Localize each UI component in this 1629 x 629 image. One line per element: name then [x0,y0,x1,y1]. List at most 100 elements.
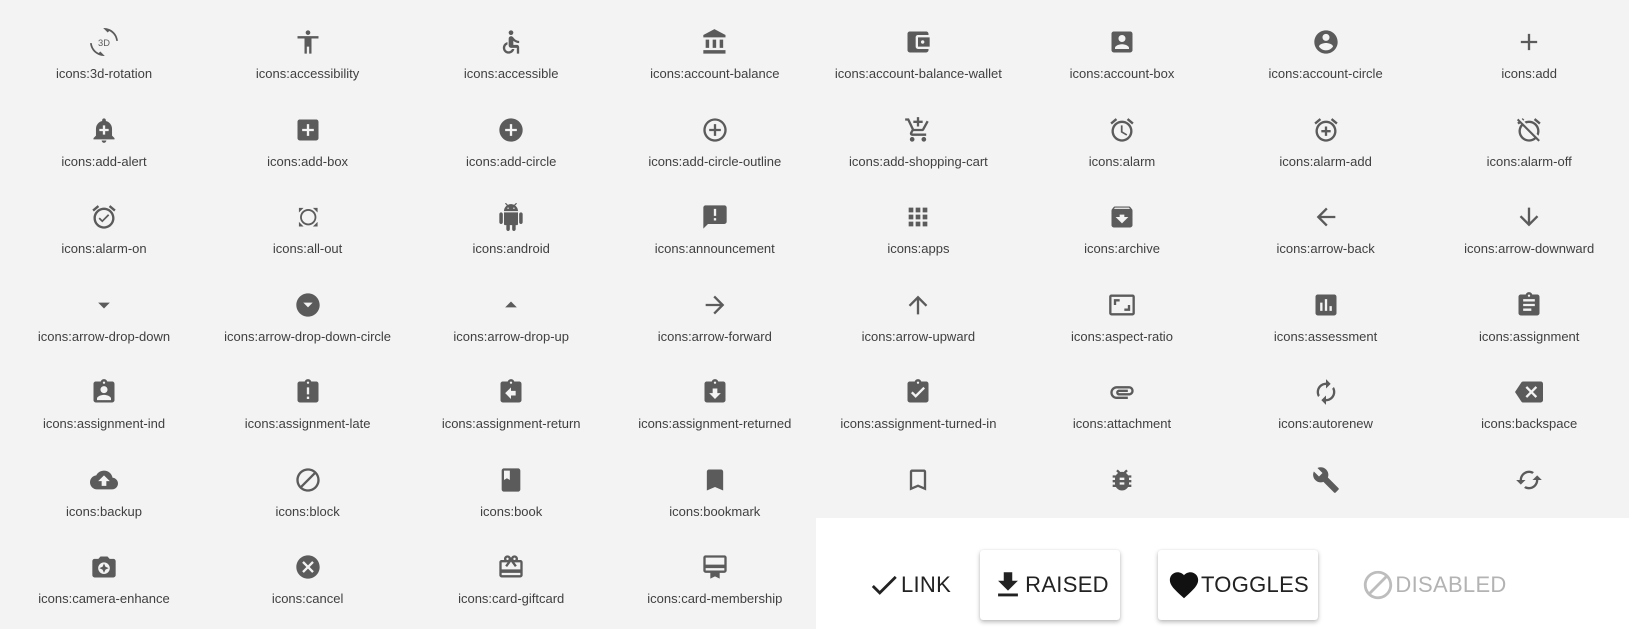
icon-label: icons:camera-enhance [38,591,170,606]
raised-button-label: RAISED [1025,572,1109,597]
add-icon [1515,28,1543,56]
icon-label: icons:arrow-drop-down [37,328,171,344]
icon-label: icons:add [1501,66,1558,81]
assignment-ind-icon [90,378,118,406]
arrow-downward-icon [1515,203,1543,231]
icon-label: icons:arrow-downward [1464,241,1595,256]
block-icon [294,466,322,494]
assessment-icon [1312,291,1340,319]
icon-cell-account-balance: icons:account-balance [615,2,815,92]
3d-rotation-icon: 3D [90,28,118,56]
icon-label: icons:announcement [654,241,775,256]
bookmark-icon [701,466,729,494]
icon-cell-announcement: icons:announcement [615,177,815,267]
icon-label: icons:block [275,503,340,519]
autorenew-icon [1312,378,1340,406]
icon-cell-autorenew: icons:autorenew [1226,352,1426,442]
icon-cell-alarm-off: icons:alarm-off [1429,90,1629,180]
arrow-drop-up-icon [497,291,525,319]
icon-cell-arrow-drop-down: icons:arrow-drop-down [4,265,204,355]
add-box-icon [294,116,322,144]
build-icon [1312,466,1340,494]
icon-label: icons:assignment [1478,328,1580,344]
icon-cell-assignment-returned: icons:assignment-returned [615,352,815,442]
icon-label: icons:alarm-on [61,241,147,256]
link-button[interactable]: LINK [844,550,974,620]
icon-cell-bookmark: icons:bookmark [615,440,815,530]
icon-label: icons:add-alert [61,153,147,169]
icon-label: icons:add-box [267,153,349,169]
icon-cell-build [1226,440,1426,530]
icon-label: icons:backup [66,503,142,519]
file-download-icon [991,568,1025,602]
card-membership-icon [701,553,729,581]
icon-label: icons:card-membership [647,591,783,606]
icon-cell-alarm-on: icons:alarm-on [4,177,204,267]
svg-text:3D: 3D [98,38,110,48]
bookmark-border-icon [904,466,932,494]
icon-label: icons:bookmark [669,503,761,519]
backup-icon [90,466,118,494]
alarm-icon [1108,116,1136,144]
icon-label: icons:alarm-off [1486,153,1572,169]
add-alert-icon [90,116,118,144]
icon-cell-3d-rotation: 3D icons:3d-rotation [4,2,204,92]
alarm-add-icon [1312,116,1340,144]
icon-label: icons:add-shopping-cart [849,153,988,169]
icon-cell-all-out: icons:all-out [208,177,408,267]
icon-cell-arrow-upward: icons:arrow-upward [818,265,1018,355]
icon-label: icons:accessible [463,66,559,81]
book-icon [497,466,525,494]
assignment-returned-icon [701,378,729,406]
icon-label: icons:account-circle [1268,66,1383,81]
icon-cell-add-circle-outline: icons:add-circle-outline [615,90,815,180]
icon-label: icons:add-circle [466,153,557,169]
icon-cell-attachment: icons:attachment [1022,352,1222,442]
icon-cell-book: icons:book [411,440,611,530]
icon-cell-account-circle: icons:account-circle [1226,2,1426,92]
icon-cell-archive: icons:archive [1022,177,1222,267]
icon-cell-assignment-ind: icons:assignment-ind [4,352,204,442]
assignment-return-icon [497,378,525,406]
icon-cell-account-box: icons:account-box [1022,2,1222,92]
icon-label: icons:apps [887,241,950,256]
icon-label: icons:card-giftcard [458,591,565,606]
cached-icon [1515,466,1543,494]
icon-label: icons:android [472,241,550,256]
icon-cell-block: icons:block [208,440,408,530]
accessible-icon [497,28,525,56]
icon-cell-arrow-back: icons:arrow-back [1226,177,1426,267]
aspect-ratio-icon [1108,291,1136,319]
icon-label: icons:account-box [1069,66,1175,81]
icon-cell-cancel: icons:cancel [208,527,408,617]
icon-cell-arrow-drop-down-circle: icons:arrow-drop-down-circle [208,265,408,355]
icon-label: icons:assignment-turned-in [840,416,997,431]
icon-cell-alarm: icons:alarm [1022,90,1222,180]
icon-label: icons:account-balance-wallet [834,66,1002,81]
favorite-icon [1167,568,1201,602]
attachment-icon [1108,378,1136,406]
icon-label: icons:assignment-late [244,416,371,431]
icon-label: icons:all-out [272,241,343,256]
card-giftcard-icon [497,553,525,581]
camera-enhance-icon [90,553,118,581]
icon-label: icons:accessibility [255,66,360,81]
raised-button[interactable]: RAISED [980,550,1120,620]
icon-cell-accessible: icons:accessible [411,2,611,92]
account-balance-wallet-icon [904,28,932,56]
disabled-button: DISABLED [1354,550,1514,620]
icon-label: icons:alarm [1088,153,1156,169]
icon-label: icons:archive [1084,241,1160,256]
icon-label: icons:add-circle-outline [648,153,782,169]
icon-cell-accessibility: icons:accessibility [208,2,408,92]
icon-label: icons:autorenew [1278,416,1373,431]
icon-cell-apps: icons:apps [818,177,1018,267]
assignment-late-icon [294,378,322,406]
icon-cell-assignment: icons:assignment [1429,265,1629,355]
toggles-button[interactable]: TOGGLES [1158,550,1318,620]
icon-cell-account-balance-wallet: icons:account-balance-wallet [818,2,1018,92]
add-circle-outline-icon [701,116,729,144]
icon-cell-bug-report [1022,440,1222,530]
icon-label: icons:arrow-upward [861,328,976,344]
arrow-back-icon [1312,203,1340,231]
